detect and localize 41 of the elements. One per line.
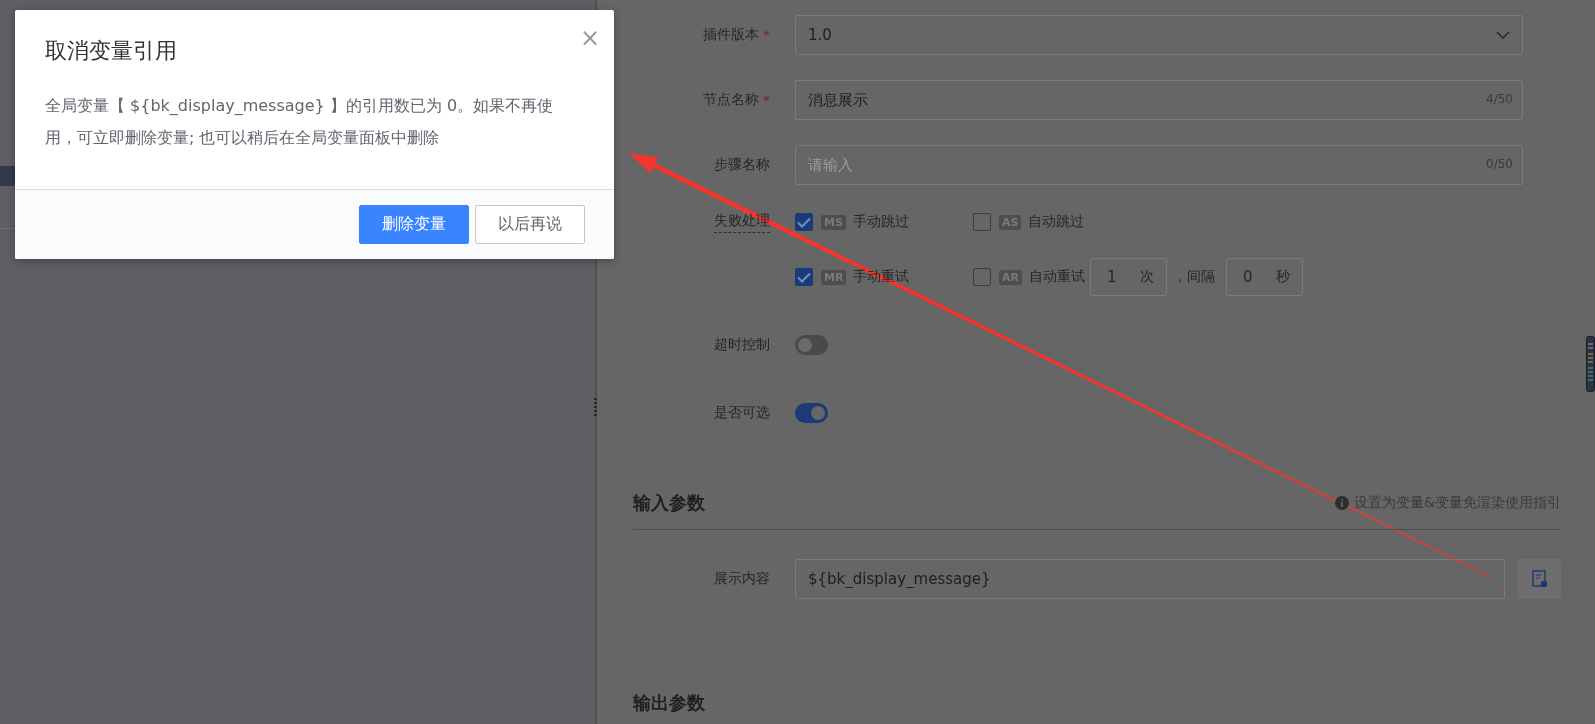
field-label: 超时控制 bbox=[714, 336, 770, 354]
version-select[interactable]: 1.0 bbox=[795, 15, 1523, 55]
checkbox[interactable] bbox=[973, 213, 991, 231]
field-label: 步骤名称 bbox=[714, 156, 770, 174]
retry-interval-field[interactable]: 0 秒 bbox=[1226, 258, 1303, 296]
option-label: 自动跳过 bbox=[1028, 213, 1085, 231]
checkbox[interactable] bbox=[795, 213, 813, 231]
section-title: 输出参数 bbox=[633, 691, 706, 715]
unit-label: 次 bbox=[1140, 268, 1154, 286]
document-icon bbox=[1531, 570, 1548, 588]
delete-variable-button[interactable]: 删除变量 bbox=[359, 205, 469, 244]
field-label: 节点名称 bbox=[703, 91, 759, 109]
side-handle-icon[interactable] bbox=[1586, 336, 1595, 392]
info-icon bbox=[1335, 496, 1350, 510]
text-field[interactable]: ${bk_display_message} bbox=[795, 559, 1505, 599]
option-label: 手动跳过 bbox=[852, 213, 909, 231]
required-mark: * bbox=[763, 92, 770, 108]
required-mark: * bbox=[763, 27, 770, 43]
checkbox[interactable] bbox=[795, 268, 813, 286]
retry-count-field[interactable]: 1 次 bbox=[1090, 258, 1167, 296]
toggle-switch[interactable] bbox=[795, 335, 828, 355]
field-value: 1 bbox=[1107, 268, 1117, 286]
interval-label: ，间隔 bbox=[1173, 268, 1215, 286]
chevron-down-icon bbox=[1496, 30, 1510, 40]
field-label: 展示内容 bbox=[714, 570, 770, 588]
field-value: 0 bbox=[1243, 268, 1253, 286]
drag-handle-icon[interactable] bbox=[594, 398, 598, 418]
dialog-message: 全局变量【 ${bk_display_message} 】的引用数已为 0。如果不再使用，可立即删除变量; 也可以稍后在全局变量面板中删除 bbox=[45, 95, 555, 149]
later-button[interactable]: 以后再说 bbox=[475, 205, 585, 244]
field-label: 是否可选 bbox=[714, 404, 770, 422]
variable-button[interactable] bbox=[1518, 559, 1561, 599]
unit-label: 秒 bbox=[1276, 268, 1290, 286]
close-button[interactable]: × bbox=[579, 26, 600, 50]
check-icon bbox=[797, 216, 811, 228]
section-title: 输入参数 bbox=[633, 491, 705, 515]
option-label: 自动重试 bbox=[1029, 268, 1085, 286]
checkbox[interactable] bbox=[973, 268, 991, 286]
field-label: 插件版本 bbox=[703, 26, 759, 44]
dialog-title: 取消变量引用 bbox=[45, 37, 178, 65]
check-icon bbox=[797, 271, 811, 283]
toggle-switch[interactable] bbox=[795, 403, 828, 423]
